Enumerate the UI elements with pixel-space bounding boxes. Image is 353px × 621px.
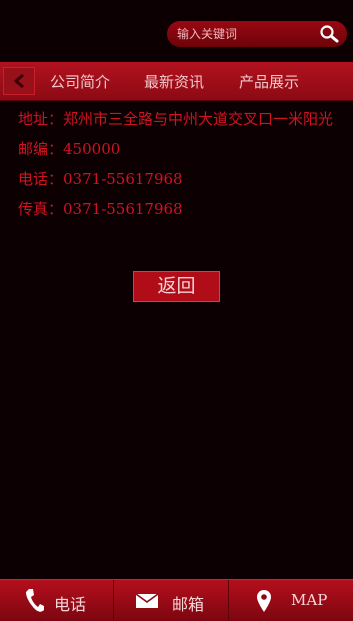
footer-map-label: MAP — [291, 591, 328, 609]
footer-bar: 电话 邮箱 MAP — [0, 579, 353, 621]
search-bar — [167, 21, 347, 47]
fax-line: 传真：0371-55617968 — [18, 194, 338, 224]
contact-info: 地址：郑州市三全路与中州大道交叉口一米阳光 邮编：450000 电话：0371-… — [18, 104, 338, 224]
phone-icon — [26, 589, 44, 612]
phone-label: 电话： — [18, 170, 64, 188]
map-pin-icon — [257, 590, 271, 612]
search-icon[interactable] — [319, 25, 339, 43]
chevron-left-icon — [13, 73, 24, 89]
footer-mail-button[interactable]: 邮箱 — [114, 580, 229, 621]
phone-value: 0371-55617968 — [63, 170, 183, 188]
top-nav: 公司简介 最新资讯 产品展示 — [0, 62, 353, 101]
footer-phone-label: 电话 — [54, 595, 87, 614]
phone-line: 电话：0371-55617968 — [18, 164, 338, 194]
return-button[interactable]: 返回 — [133, 271, 220, 302]
tab-company-intro[interactable]: 公司简介 — [50, 71, 110, 92]
address-value: 郑州市三全路与中州大道交叉口一米阳光 — [63, 110, 334, 128]
tab-latest-news[interactable]: 最新资讯 — [144, 71, 204, 92]
mail-icon — [135, 593, 159, 608]
tab-products[interactable]: 产品展示 — [239, 71, 299, 92]
zip-label: 邮编： — [18, 140, 64, 158]
zip-value: 450000 — [63, 140, 121, 158]
zip-line: 邮编：450000 — [18, 134, 338, 164]
footer-mail-label: 邮箱 — [172, 595, 205, 614]
back-nav-button[interactable] — [3, 67, 35, 95]
search-input[interactable] — [167, 21, 307, 47]
address-label: 地址： — [18, 110, 64, 128]
fax-label: 传真： — [18, 200, 64, 218]
footer-phone-button[interactable]: 电话 — [0, 580, 114, 621]
footer-map-button[interactable]: MAP — [229, 580, 353, 621]
fax-value: 0371-55617968 — [63, 200, 183, 218]
address-line: 地址：郑州市三全路与中州大道交叉口一米阳光 — [18, 104, 338, 134]
